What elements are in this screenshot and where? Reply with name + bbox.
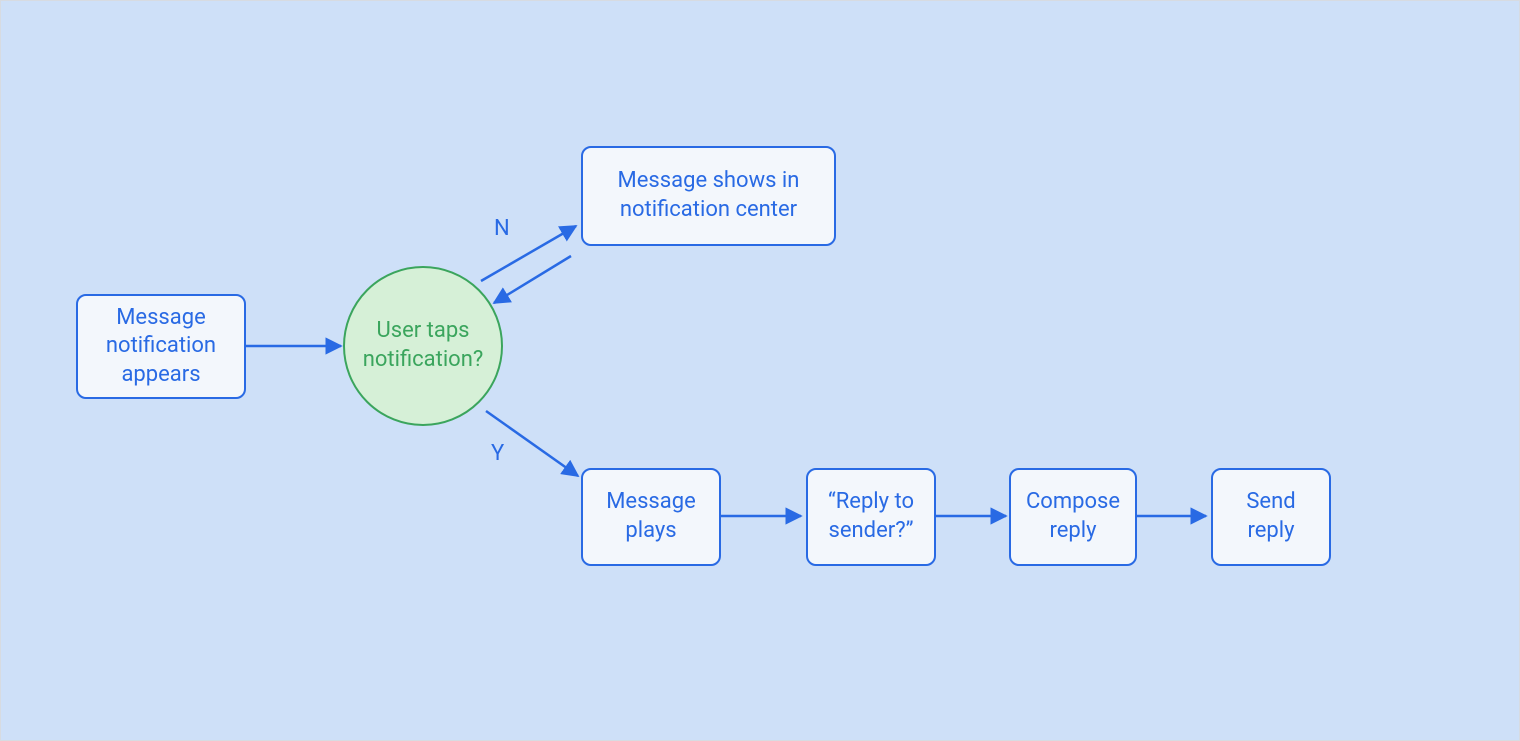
flowchart-canvas: Message notification appears User taps n… [0, 0, 1520, 741]
node-no-branch: Message shows in notification center [581, 146, 836, 246]
node-decision: User taps notification? [343, 266, 503, 426]
edge-label-no: N [494, 216, 510, 241]
node-yes2: “Reply to sender?” [806, 468, 936, 566]
node-yes4: Send reply [1211, 468, 1331, 566]
node-yes3: Compose reply [1009, 468, 1137, 566]
edge-label-yes: Y [491, 441, 504, 466]
node-yes1: Message plays [581, 468, 721, 566]
edge-no-decision [494, 256, 571, 303]
node-start: Message notification appears [76, 294, 246, 399]
